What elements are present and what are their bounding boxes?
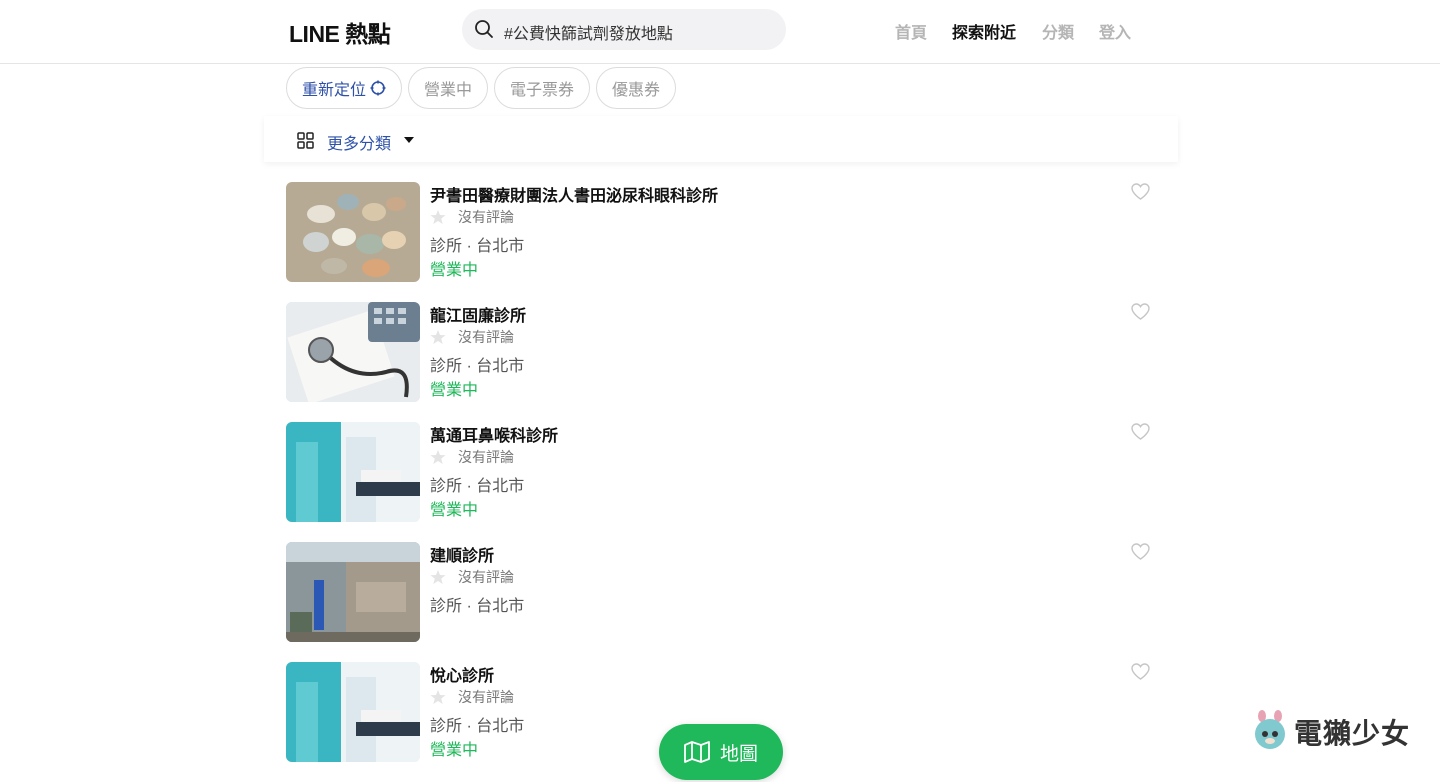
clinic-photo	[286, 302, 420, 402]
map-button-label: 地圖	[719, 743, 758, 765]
rating: 沒有評論	[430, 447, 514, 467]
clinic-meta: 診所 · 台北市	[430, 598, 525, 615]
map-button[interactable]: 地圖	[659, 724, 783, 780]
open-now-chip[interactable]: 營業中	[408, 67, 489, 109]
more-categories-label: 更多分類	[327, 136, 392, 153]
list-item[interactable]: 建順診所 沒有評論 診所 · 台北市	[286, 542, 1152, 662]
rating: 沒有評論	[430, 327, 514, 347]
more-categories-bar[interactable]: 更多分類	[264, 116, 1178, 162]
clinic-photo	[286, 662, 420, 762]
heart-icon[interactable]	[1131, 423, 1150, 440]
list-item[interactable]: 尹書田醫療財團法人書田泌尿科眼科診所 沒有評論 診所 · 台北市 營業中	[286, 182, 1152, 302]
top-header: LINE 熱點 #公費快篩試劑發放地點 首頁 探索附近 分類 登入	[0, 0, 1440, 64]
clinic-photo	[286, 542, 420, 642]
clinic-name[interactable]: 萬通耳鼻喉科診所	[430, 422, 558, 446]
clinic-meta: 診所 · 台北市	[430, 358, 525, 375]
search-input[interactable]: #公費快篩試劑發放地點	[504, 20, 673, 44]
star-icon	[430, 690, 446, 704]
relocate-chip[interactable]: 重新定位	[286, 67, 403, 109]
clinic-meta: 診所 · 台北市	[430, 718, 525, 735]
star-icon	[430, 570, 446, 584]
heart-icon[interactable]	[1131, 303, 1150, 320]
nav-login[interactable]: 登入	[1099, 19, 1131, 43]
nav-explore-nearby[interactable]: 探索附近	[952, 19, 1016, 43]
locate-icon	[370, 80, 386, 96]
line-spot-logo[interactable]: LINE 熱點	[289, 15, 391, 49]
search-bar[interactable]: #公費快篩試劑發放地點	[462, 9, 786, 50]
rating-text: 沒有評論	[458, 569, 514, 585]
coupon-chip[interactable]: 優惠券	[596, 67, 677, 109]
rating-text: 沒有評論	[458, 449, 514, 465]
caret-down-icon	[404, 137, 414, 143]
rating-text: 沒有評論	[458, 329, 514, 345]
watermark: 電獺少女	[1250, 708, 1410, 756]
star-icon	[430, 330, 446, 344]
open-status: 營業中	[430, 502, 479, 519]
star-icon	[430, 210, 446, 224]
star-icon	[430, 450, 446, 464]
open-status: 營業中	[430, 262, 479, 279]
rating-text: 沒有評論	[458, 209, 514, 225]
map-icon	[684, 741, 710, 763]
rating: 沒有評論	[430, 687, 514, 707]
watermark-text: 電獺少女	[1294, 718, 1411, 749]
rating: 沒有評論	[430, 567, 514, 587]
clinic-meta: 診所 · 台北市	[430, 238, 525, 255]
rating: 沒有評論	[430, 207, 514, 227]
e-ticket-chip[interactable]: 電子票券	[494, 67, 591, 109]
search-icon	[475, 20, 493, 38]
open-status: 營業中	[430, 742, 479, 759]
relocate-label: 重新定位	[302, 82, 367, 99]
nav-categories[interactable]: 分類	[1042, 19, 1074, 43]
nav-home[interactable]: 首頁	[895, 19, 927, 43]
otter-mascot-icon	[1255, 710, 1285, 749]
heart-icon[interactable]	[1131, 183, 1150, 200]
rating-text: 沒有評論	[458, 689, 514, 705]
list-item[interactable]: 萬通耳鼻喉科診所 沒有評論 診所 · 台北市 營業中	[286, 422, 1152, 542]
clinic-photo	[286, 182, 420, 282]
clinic-meta: 診所 · 台北市	[430, 478, 525, 495]
list-item[interactable]: 龍江固廉診所 沒有評論 診所 · 台北市 營業中	[286, 302, 1152, 422]
grid-icon	[297, 132, 314, 149]
clinic-photo	[286, 422, 420, 522]
clinic-name[interactable]: 建順診所	[430, 542, 494, 566]
clinic-name[interactable]: 尹書田醫療財團法人書田泌尿科眼科診所	[430, 182, 718, 206]
open-status: 營業中	[430, 382, 479, 399]
results-list: 尹書田醫療財團法人書田泌尿科眼科診所 沒有評論 診所 · 台北市 營業中 龍江固…	[286, 182, 1152, 782]
clinic-name[interactable]: 龍江固廉診所	[430, 302, 526, 326]
heart-icon[interactable]	[1131, 543, 1150, 560]
heart-icon[interactable]	[1131, 663, 1150, 680]
filter-chips: 重新定位 營業中 電子票券 優惠券	[286, 67, 677, 109]
clinic-name[interactable]: 悅心診所	[430, 662, 494, 686]
